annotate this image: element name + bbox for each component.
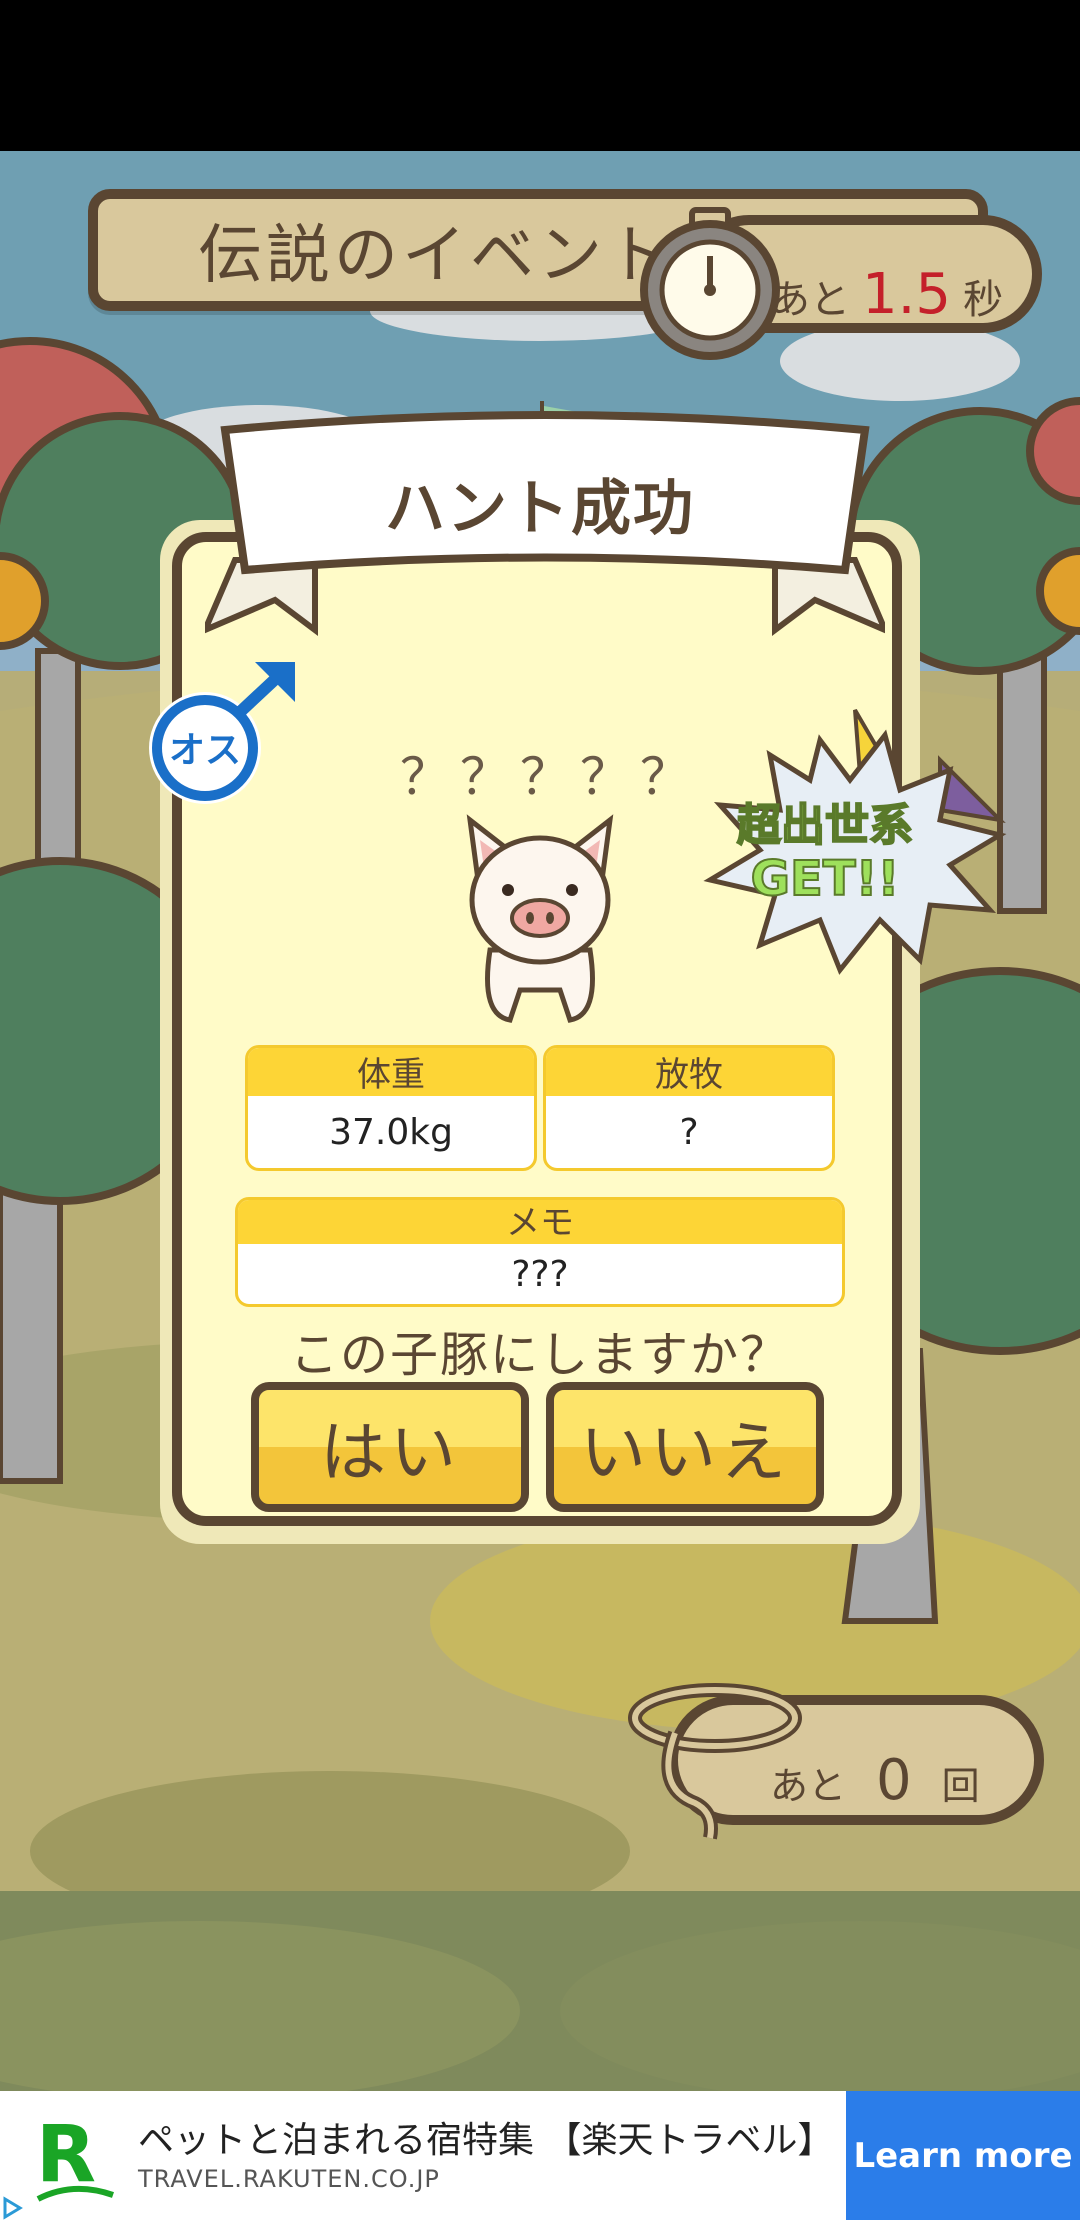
timer-prefix: あと <box>770 277 850 323</box>
piglet-illustration <box>466 814 614 1023</box>
yes-button-label: はい <box>320 1414 460 1491</box>
super-lineage-badge: 超出世系 GET!! <box>703 708 1007 975</box>
weight-label: 体重 <box>248 1048 534 1096</box>
pig-name: ？？？？？ <box>400 748 700 806</box>
ad-choices-icon[interactable] <box>0 2196 24 2220</box>
yes-button[interactable]: はい <box>251 1382 529 1512</box>
weight-value: 37.0kg <box>329 1111 453 1153</box>
male-symbol-icon: オス <box>149 662 295 804</box>
attempts-remaining: あと 0 回 <box>770 1748 980 1813</box>
confirm-question: この子豚にしますか？ <box>289 1327 790 1383</box>
no-button-label: いいえ <box>580 1414 790 1491</box>
gender-label: オス <box>169 730 241 771</box>
stopwatch-icon <box>640 207 780 360</box>
grazing-value: ? <box>679 1111 699 1153</box>
badge-line1: 超出世系 <box>737 800 913 851</box>
grazing-label: 放牧 <box>546 1048 832 1096</box>
rakuten-logo-icon: R <box>36 2111 114 2202</box>
timer-unit: 秒 <box>963 277 1004 323</box>
time-remaining: あと 1.5 秒 <box>770 262 1004 327</box>
no-button[interactable]: いいえ <box>546 1382 824 1512</box>
grazing-stat: 放牧 ? <box>543 1045 835 1171</box>
ribbon-title: ハント成功 <box>385 474 695 544</box>
badge-line2: GET!! <box>751 851 900 907</box>
weight-stat: 体重 37.0kg <box>245 1045 537 1171</box>
attempts-prefix: あと <box>770 1764 847 1808</box>
ad-url[interactable]: TRAVEL.RAKUTEN.CO.JP <box>138 2165 440 2193</box>
ad-title[interactable]: ペットと泊まれる宿特集 【楽天トラベル】 <box>138 2111 833 2163</box>
memo-value: ??? <box>511 1253 569 1295</box>
ad-banner[interactable]: R ペットと泊まれる宿特集 【楽天トラベル】 TRAVEL.RAKUTEN.CO… <box>0 2091 1080 2220</box>
timer-value: 1.5 <box>862 262 952 327</box>
attempts-value: 0 <box>876 1748 912 1813</box>
memo-stat: メモ ??? <box>235 1197 845 1307</box>
learn-more-button[interactable]: Learn more <box>846 2091 1080 2220</box>
attempts-unit: 回 <box>941 1764 980 1808</box>
memo-label: メモ <box>238 1200 842 1244</box>
